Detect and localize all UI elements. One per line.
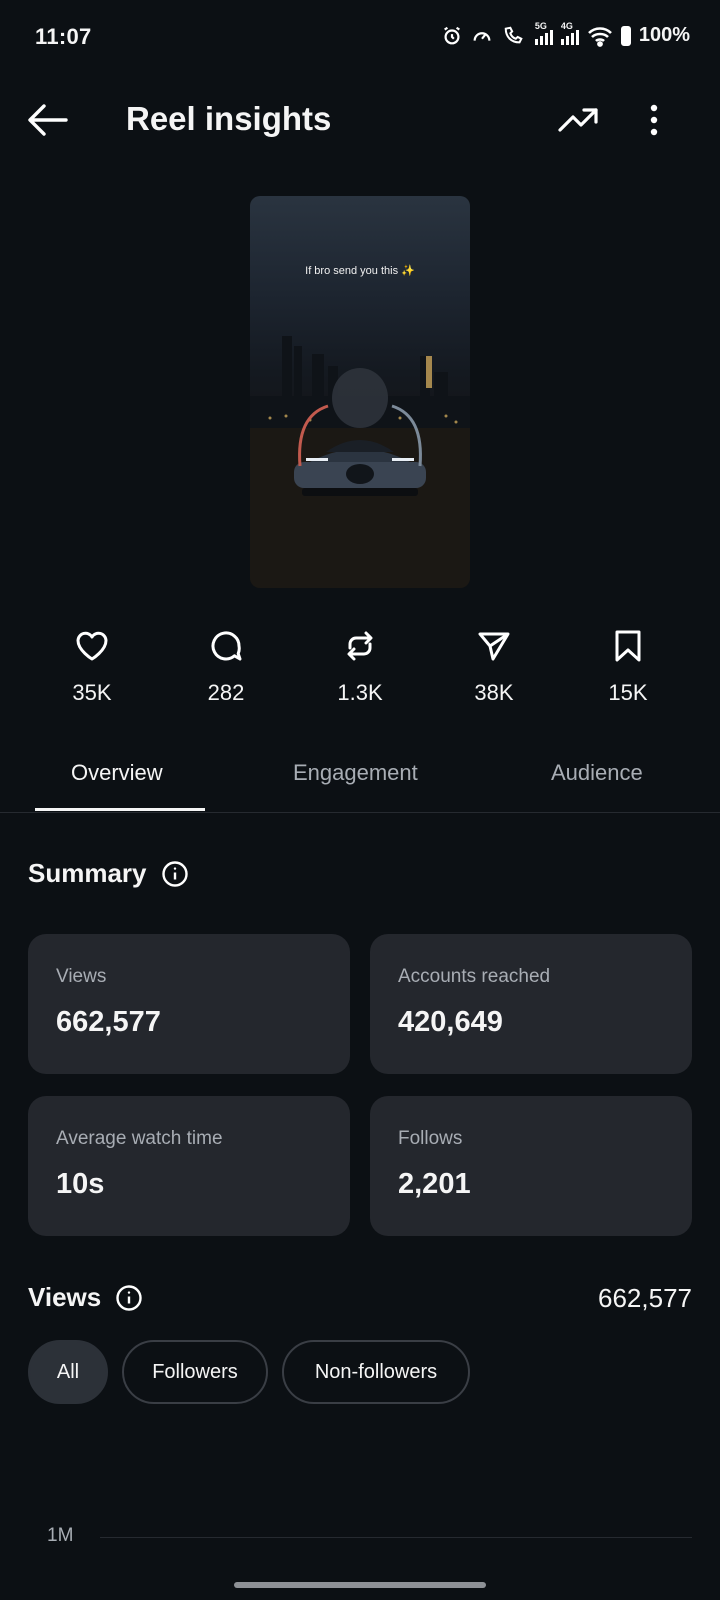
signal-4g-icon: 4G xyxy=(560,21,579,45)
status-bar: 11:07 5G 4G 100% xyxy=(0,0,720,76)
signal-5g-icon: 5G xyxy=(534,21,553,45)
active-tab-indicator xyxy=(35,808,205,811)
views-title: Views xyxy=(28,1282,102,1312)
card-value: 662,577 xyxy=(56,1006,161,1038)
back-button[interactable] xyxy=(26,100,70,140)
filter-chip-non-followers[interactable]: Non-followers xyxy=(282,1340,470,1404)
insights-tabs: Overview Engagement Audience xyxy=(0,740,720,813)
wifi-calling-icon xyxy=(501,25,527,47)
views-header: Views xyxy=(28,1282,143,1313)
stat-reposts-value: 1.3K xyxy=(337,680,383,705)
battery-percent: 100% xyxy=(638,24,690,46)
card-label: Average watch time xyxy=(56,1128,223,1149)
card-value: 2,201 xyxy=(398,1168,471,1200)
info-icon[interactable] xyxy=(161,860,189,888)
app-header: Reel insights xyxy=(0,88,720,152)
stat-reposts: 1.3K xyxy=(308,628,412,718)
card-label: Views xyxy=(56,966,107,987)
status-icons: 5G 4G 100% xyxy=(441,21,690,47)
stat-likes: 35K xyxy=(40,628,144,718)
summary-header: Summary xyxy=(28,858,189,889)
share-icon xyxy=(478,632,510,661)
data-saver-icon xyxy=(471,25,493,47)
trends-button[interactable] xyxy=(556,102,600,138)
more-vertical-icon xyxy=(650,104,658,136)
tab-engagement[interactable]: Engagement xyxy=(293,760,418,786)
summary-title: Summary xyxy=(28,858,147,888)
summary-card-average-watch-time: Average watch time 10s xyxy=(28,1096,350,1236)
heart-icon xyxy=(76,631,108,661)
card-value: 420,649 xyxy=(398,1006,503,1038)
reel-insights-screen: 11:07 5G 4G 100% Reel insights If bro se… xyxy=(0,0,720,1600)
summary-card-follows: Follows 2,201 xyxy=(370,1096,692,1236)
stat-saves: 15K xyxy=(576,628,680,718)
views-filter-chips: All Followers Non-followers xyxy=(28,1340,470,1404)
alarm-icon xyxy=(441,25,463,47)
chart-axis-label: 1M xyxy=(47,1525,74,1546)
filter-chip-followers[interactable]: Followers xyxy=(122,1340,268,1404)
more-options-button[interactable] xyxy=(648,102,660,138)
stat-saves-value: 15K xyxy=(608,680,648,705)
chart-gridline xyxy=(100,1537,692,1538)
card-value: 10s xyxy=(56,1168,105,1200)
stat-shares: 38K xyxy=(442,628,546,718)
filter-chip-all[interactable]: All xyxy=(28,1340,108,1404)
views-total: 662,577 xyxy=(598,1283,692,1313)
wifi-icon xyxy=(587,25,613,47)
home-indicator[interactable] xyxy=(234,1582,486,1588)
bookmark-icon xyxy=(615,630,641,662)
comment-icon xyxy=(211,631,242,661)
repost-icon xyxy=(347,631,373,661)
stat-comments: 282 xyxy=(174,628,278,718)
reel-thumbnail[interactable]: If bro send you this ✨ xyxy=(250,196,470,588)
stat-likes-value: 35K xyxy=(72,680,112,705)
back-arrow-icon xyxy=(28,104,68,136)
card-label: Follows xyxy=(398,1128,463,1149)
summary-card-views: Views 662,577 xyxy=(28,934,350,1074)
stat-shares-value: 38K xyxy=(474,680,514,705)
tab-overview[interactable]: Overview xyxy=(71,760,163,786)
trending-up-icon xyxy=(558,108,598,132)
page-title: Reel insights xyxy=(126,100,332,137)
reel-stats-row: 35K 282 1.3K 38K 15K xyxy=(40,628,680,718)
tab-audience[interactable]: Audience xyxy=(551,760,643,786)
card-label: Accounts reached xyxy=(398,966,551,987)
battery-icon xyxy=(620,25,631,46)
status-time: 11:07 xyxy=(35,24,92,49)
reel-scene-image xyxy=(250,336,470,588)
summary-card-accounts-reached: Accounts reached 420,649 xyxy=(370,934,692,1074)
info-icon[interactable] xyxy=(115,1284,143,1312)
stat-comments-value: 282 xyxy=(207,680,245,705)
